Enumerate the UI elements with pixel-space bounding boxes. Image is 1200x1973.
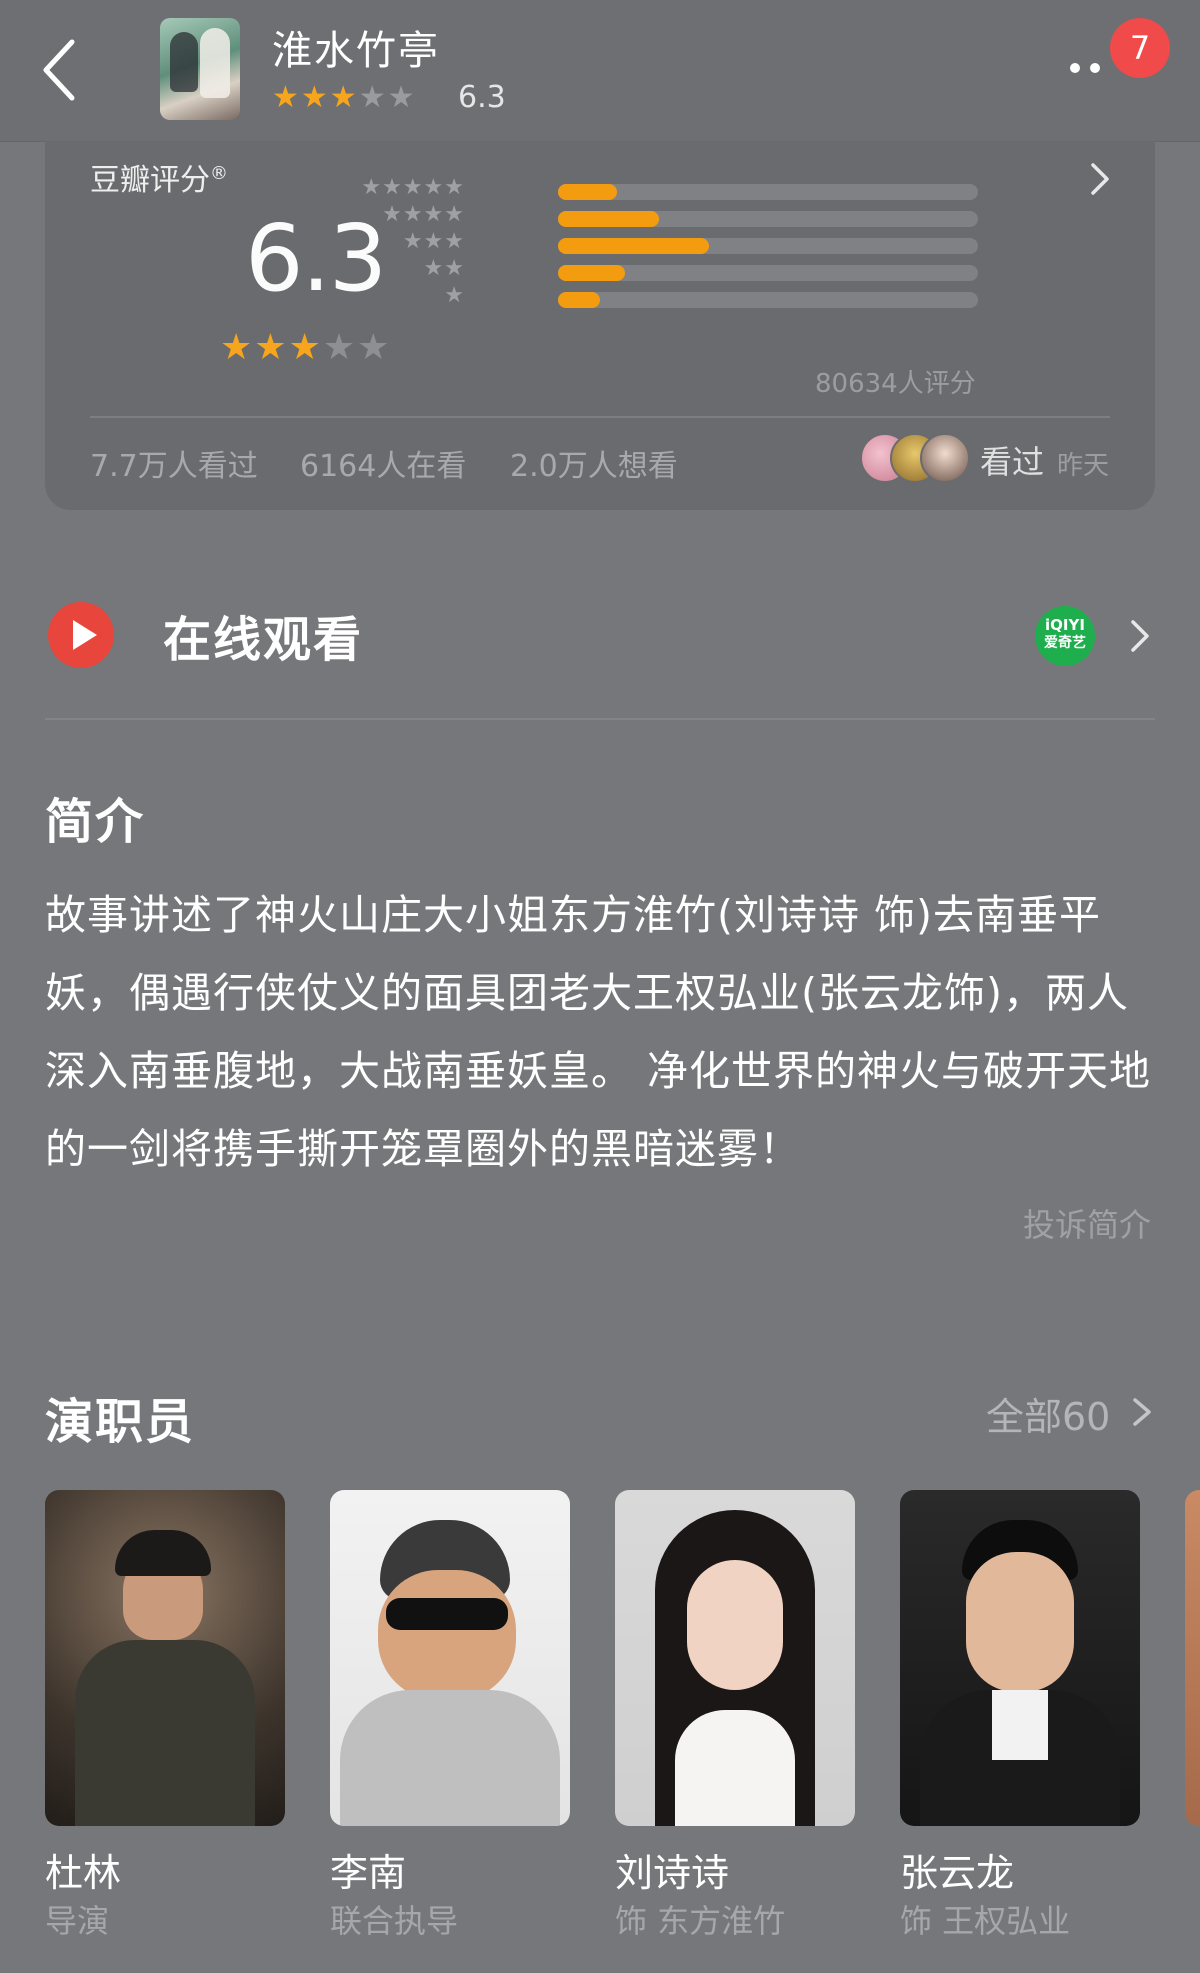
distribution-bar-fill xyxy=(558,238,709,254)
seen-time: 昨天 xyxy=(1057,451,1110,481)
distribution-bar-track xyxy=(558,211,978,227)
chevron-right-icon[interactable] xyxy=(1085,159,1115,199)
distribution-star-label: ★★★★★ xyxy=(361,175,465,200)
report-synopsis-link[interactable]: 投诉简介 xyxy=(1023,1200,1151,1246)
header-star-rating: ★★★★★ xyxy=(272,80,417,115)
distribution-bar-track xyxy=(558,238,978,254)
distribution-bar-track xyxy=(558,292,978,308)
online-watch-row[interactable]: 在线观看 iQIYI 爱奇艺 xyxy=(45,592,1155,682)
online-watch-label: 在线观看 xyxy=(163,612,364,668)
distribution-bar-fill xyxy=(558,184,617,200)
cast-photo xyxy=(45,1490,285,1826)
rating-distribution-row: ★ xyxy=(345,283,978,308)
cast-name: 刘诗诗 xyxy=(615,1851,730,1895)
stat-watched: 7.7万人看过 xyxy=(90,449,258,484)
chevron-right-icon[interactable] xyxy=(1130,1392,1154,1432)
cast-card-zhangyunlong[interactable]: 张云龙 饰 王权弘业 xyxy=(900,1490,1140,1940)
movie-poster-thumbnail[interactable] xyxy=(160,18,240,120)
header-score: 6.3 xyxy=(458,80,506,115)
back-arrow-icon[interactable] xyxy=(34,30,94,110)
section-divider xyxy=(45,718,1155,720)
rating-stars: ★★★★★ xyxy=(220,327,392,368)
cast-name: 张云龙 xyxy=(900,1851,1015,1895)
cast-card-partial[interactable]: 吴 饰 xyxy=(1185,1490,1200,1826)
distribution-star-label: ★★ xyxy=(423,256,465,281)
avatar xyxy=(920,433,970,483)
play-icon xyxy=(48,602,114,668)
notification-badge[interactable]: 7 xyxy=(1110,18,1170,78)
rating-distribution-row: ★★★★★ xyxy=(345,175,978,200)
distribution-bar-fill xyxy=(558,265,625,281)
rating-distribution-row: ★★★ xyxy=(345,229,978,254)
rating-distribution-row: ★★★★ xyxy=(345,202,978,227)
cast-name: 杜林 xyxy=(45,1851,122,1895)
distribution-bar-fill xyxy=(558,292,600,308)
card-divider xyxy=(90,416,1110,418)
distribution-bar-fill xyxy=(558,211,659,227)
synopsis-text: 故事讲述了神火山庄大小姐东方淮竹(刘诗诗 饰)去南垂平妖，偶遇行侠仗义的面具团老… xyxy=(45,891,1152,1173)
distribution-bar-track xyxy=(558,184,978,200)
stat-watching: 6164人在看 xyxy=(300,449,467,484)
cast-role: 饰 东方淮竹 xyxy=(615,1902,786,1940)
rating-distribution-row: ★★ xyxy=(345,256,978,281)
cast-title: 演职员 xyxy=(45,1394,196,1450)
cast-role: 饰 王权弘业 xyxy=(900,1902,1071,1940)
distribution-star-label: ★★★ xyxy=(402,229,465,254)
cast-card-liushishi[interactable]: 刘诗诗 饰 东方淮竹 xyxy=(615,1490,855,1940)
distribution-star-label: ★★★★ xyxy=(382,202,465,227)
cast-role: 导演 xyxy=(45,1902,110,1940)
rating-count: 80634人评分 xyxy=(815,369,976,399)
cast-view-all-link[interactable]: 全部60 xyxy=(986,1386,1110,1441)
cast-name: 李南 xyxy=(330,1851,407,1895)
chevron-right-icon[interactable] xyxy=(1125,614,1155,658)
friend-avatars[interactable] xyxy=(860,433,970,483)
distribution-star-label: ★ xyxy=(444,283,465,308)
rating-card-title: 豆瓣评分® xyxy=(90,163,228,198)
cast-card-dulin[interactable]: 杜林 导演 xyxy=(45,1490,285,1940)
top-bar: 淮水竹亭 ★★★★★ 6.3 7 xyxy=(0,0,1200,142)
cast-photo xyxy=(330,1490,570,1826)
cast-photo xyxy=(900,1490,1140,1826)
douban-rating-card[interactable]: 豆瓣评分® 6.3 ★★★★★ ★★★★★ ★★★★ ★★★ ★★ ★ 80634人评分… xyxy=(45,141,1155,510)
distribution-bar-track xyxy=(558,265,978,281)
cast-photo xyxy=(1185,1490,1200,1826)
stat-want-to-watch: 2.0万人想看 xyxy=(510,449,678,484)
synopsis-title: 简介 xyxy=(45,794,146,850)
movie-title: 淮水竹亭 xyxy=(272,28,440,74)
cast-card-linan[interactable]: 李南 联合执导 xyxy=(330,1490,570,1940)
cast-role: 联合执导 xyxy=(330,1902,459,1940)
iqiyi-logo-icon: iQIYI 爱奇艺 xyxy=(1035,606,1095,666)
seen-label: 看过 xyxy=(980,443,1045,481)
cast-photo xyxy=(615,1490,855,1826)
